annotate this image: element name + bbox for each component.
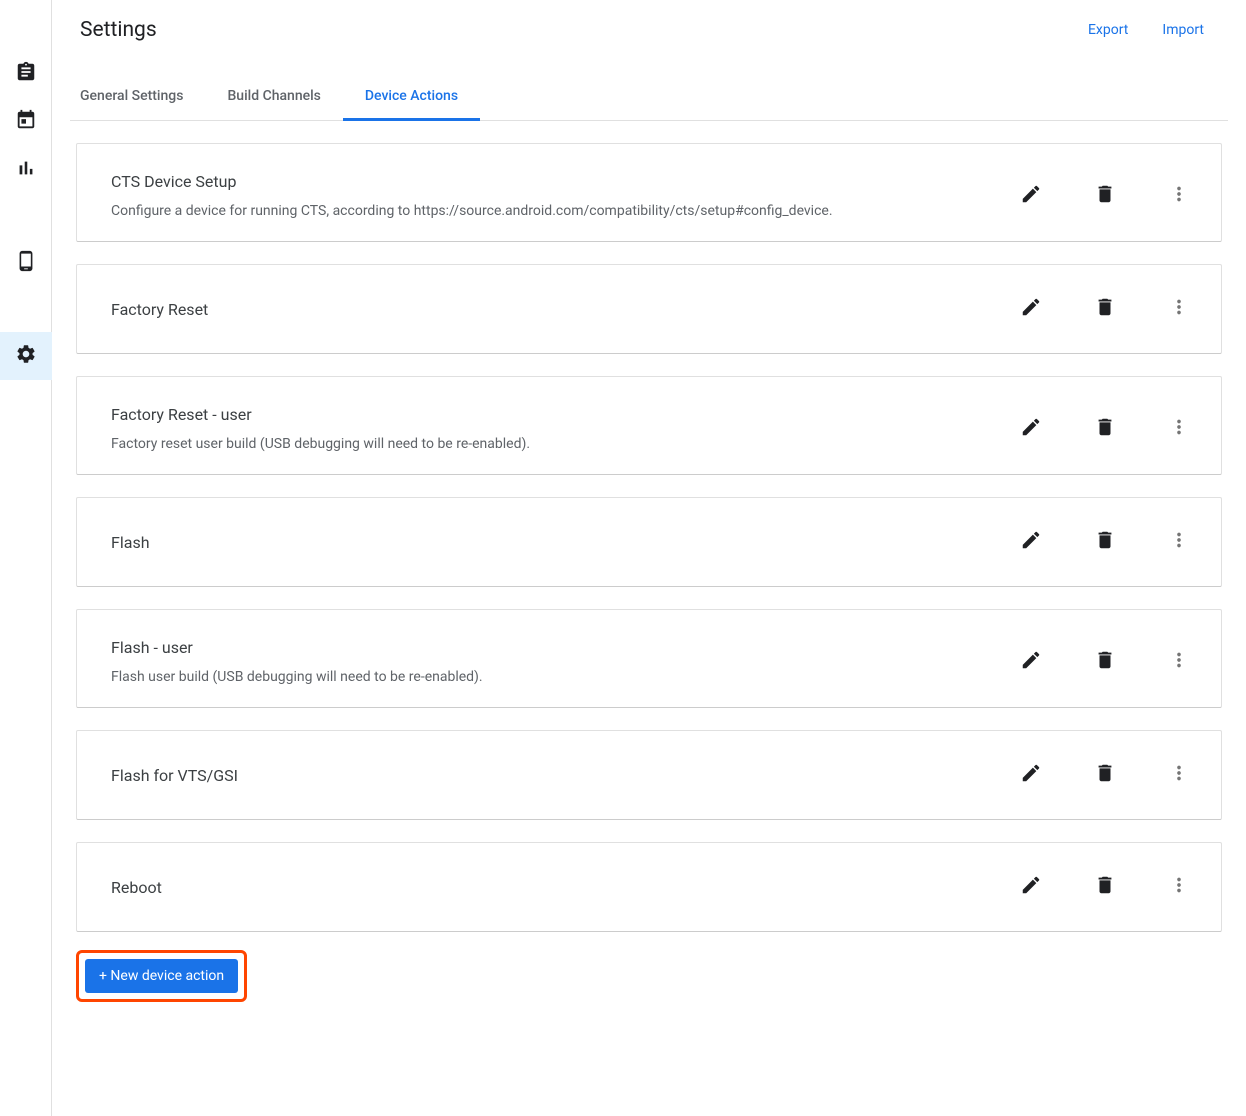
device-action-title: CTS Device Setup <box>111 172 833 191</box>
device-action-description: Flash user build (USB debugging will nee… <box>111 669 483 685</box>
delete-icon <box>1094 529 1116 555</box>
more-button[interactable] <box>1167 650 1191 674</box>
card-text: Reboot <box>111 878 162 897</box>
card-text: CTS Device Setup Configure a device for r… <box>111 172 833 219</box>
device-action-card: Factory Reset - user Factory reset user b… <box>76 376 1222 475</box>
delete-button[interactable] <box>1093 650 1117 674</box>
device-action-title: Reboot <box>111 878 162 897</box>
edit-button[interactable] <box>1019 650 1043 674</box>
more-vert-icon <box>1168 649 1190 675</box>
side-navigation <box>0 0 52 1116</box>
more-vert-icon <box>1168 416 1190 442</box>
sidenav-calendar[interactable] <box>0 98 52 146</box>
edit-icon <box>1020 416 1042 442</box>
tabs: General Settings Build Channels Device A… <box>70 74 1228 121</box>
card-actions <box>1019 875 1191 899</box>
delete-icon <box>1094 183 1116 209</box>
edit-icon <box>1020 874 1042 900</box>
edit-button[interactable] <box>1019 763 1043 787</box>
device-action-title: Flash - user <box>111 638 483 657</box>
device-actions-list: CTS Device Setup Configure a device for r… <box>70 143 1228 932</box>
more-button[interactable] <box>1167 297 1191 321</box>
bar-chart-icon <box>15 157 37 183</box>
more-button[interactable] <box>1167 530 1191 554</box>
delete-icon <box>1094 762 1116 788</box>
delete-button[interactable] <box>1093 875 1117 899</box>
sidenav-clipboard[interactable] <box>0 50 52 98</box>
edit-button[interactable] <box>1019 297 1043 321</box>
new-action-highlight: + New device action <box>70 950 247 1002</box>
edit-icon <box>1020 529 1042 555</box>
device-action-title: Factory Reset <box>111 300 208 319</box>
device-action-card: Flash <box>76 497 1222 587</box>
delete-button[interactable] <box>1093 184 1117 208</box>
more-vert-icon <box>1168 874 1190 900</box>
header-actions: Export Import <box>1088 22 1218 38</box>
device-action-card: CTS Device Setup Configure a device for r… <box>76 143 1222 242</box>
edit-icon <box>1020 649 1042 675</box>
page-title: Settings <box>80 18 157 42</box>
card-actions <box>1019 530 1191 554</box>
edit-icon <box>1020 296 1042 322</box>
new-device-action-button[interactable]: + New device action <box>85 959 238 993</box>
sidenav-chart[interactable] <box>0 146 52 194</box>
export-link[interactable]: Export <box>1088 22 1128 38</box>
device-action-card: Flash for VTS/GSI <box>76 730 1222 820</box>
card-actions <box>1019 650 1191 674</box>
more-vert-icon <box>1168 296 1190 322</box>
more-button[interactable] <box>1167 875 1191 899</box>
delete-button[interactable] <box>1093 763 1117 787</box>
calendar-icon <box>15 109 37 135</box>
device-action-card: Reboot <box>76 842 1222 932</box>
card-actions <box>1019 417 1191 441</box>
more-button[interactable] <box>1167 417 1191 441</box>
more-vert-icon <box>1168 762 1190 788</box>
edit-button[interactable] <box>1019 530 1043 554</box>
tab-general-settings[interactable]: General Settings <box>70 74 205 121</box>
clipboard-icon <box>15 61 37 87</box>
delete-button[interactable] <box>1093 417 1117 441</box>
more-button[interactable] <box>1167 763 1191 787</box>
card-text: Flash - user Flash user build (USB debugg… <box>111 638 483 685</box>
card-actions <box>1019 297 1191 321</box>
delete-icon <box>1094 416 1116 442</box>
card-text: Factory Reset <box>111 300 208 319</box>
sidenav-phone[interactable] <box>0 239 52 287</box>
card-actions <box>1019 763 1191 787</box>
more-vert-icon <box>1168 183 1190 209</box>
delete-icon <box>1094 296 1116 322</box>
main-content: Settings Export Import General Settings … <box>52 0 1246 1116</box>
edit-icon <box>1020 183 1042 209</box>
card-actions <box>1019 184 1191 208</box>
device-action-card: Flash - user Flash user build (USB debugg… <box>76 609 1222 708</box>
device-action-title: Flash <box>111 533 150 552</box>
delete-button[interactable] <box>1093 297 1117 321</box>
header: Settings Export Import <box>70 0 1228 46</box>
more-vert-icon <box>1168 529 1190 555</box>
gear-icon <box>15 343 37 369</box>
tab-device-actions[interactable]: Device Actions <box>343 74 480 121</box>
device-action-title: Flash for VTS/GSI <box>111 766 238 785</box>
delete-icon <box>1094 874 1116 900</box>
device-action-description: Configure a device for running CTS, acco… <box>111 203 833 219</box>
edit-icon <box>1020 762 1042 788</box>
edit-button[interactable] <box>1019 184 1043 208</box>
device-action-card: Factory Reset <box>76 264 1222 354</box>
card-text: Flash <box>111 533 150 552</box>
card-text: Flash for VTS/GSI <box>111 766 238 785</box>
device-action-description: Factory reset user build (USB debugging … <box>111 436 530 452</box>
device-action-title: Factory Reset - user <box>111 405 530 424</box>
edit-button[interactable] <box>1019 417 1043 441</box>
phone-icon <box>15 250 37 276</box>
card-text: Factory Reset - user Factory reset user b… <box>111 405 530 452</box>
more-button[interactable] <box>1167 184 1191 208</box>
delete-button[interactable] <box>1093 530 1117 554</box>
tab-build-channels[interactable]: Build Channels <box>205 74 342 121</box>
sidenav-settings[interactable] <box>0 332 52 380</box>
edit-button[interactable] <box>1019 875 1043 899</box>
import-link[interactable]: Import <box>1162 22 1204 38</box>
delete-icon <box>1094 649 1116 675</box>
